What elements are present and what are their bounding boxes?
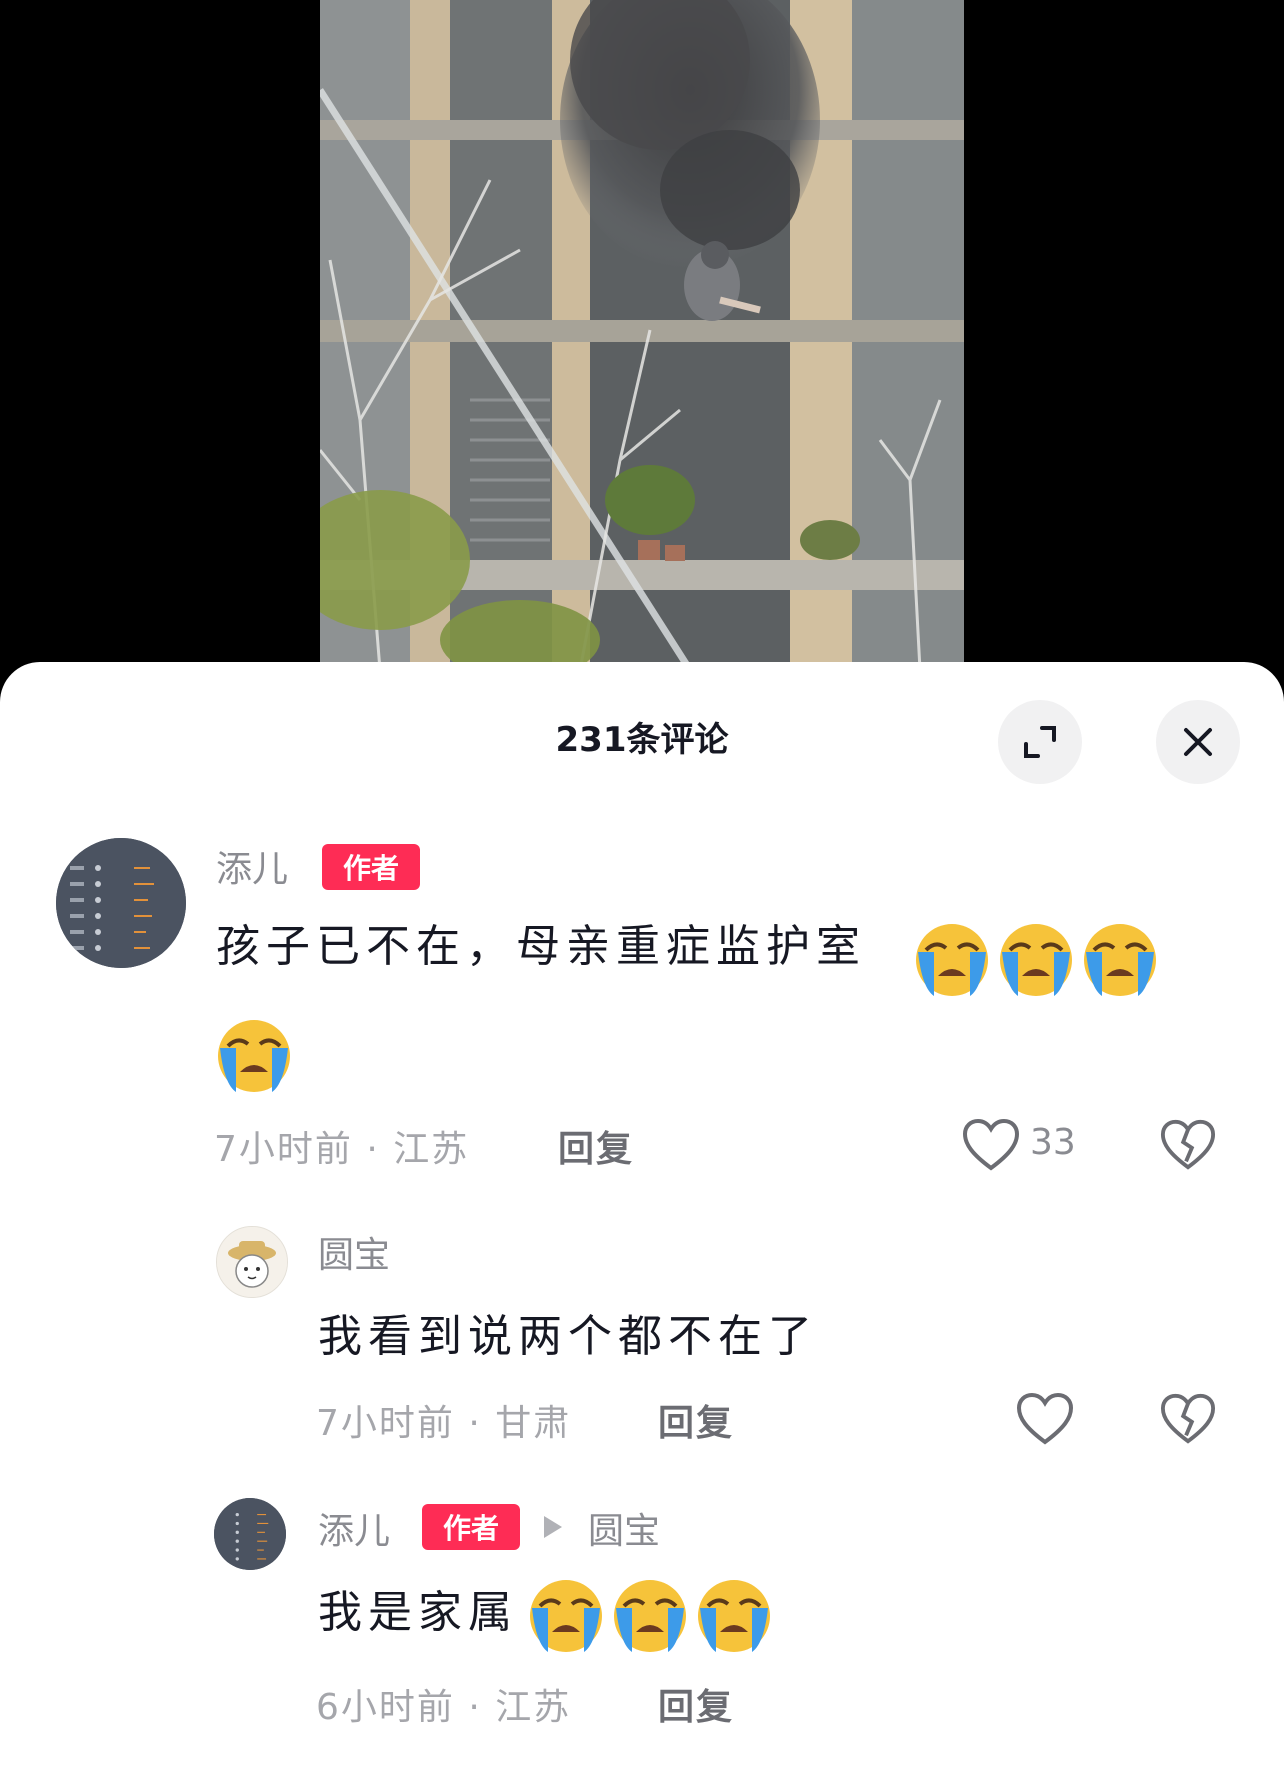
comments-sheet: 231条评论 添儿 作者 孩子已不在，母亲重症监护室 7小时前 · 江苏 回复 … [0,662,1284,1784]
comment-text: 我看到说两个都不在了 [318,1311,818,1362]
like-button[interactable] [1016,1392,1074,1450]
comments-count-title: 231条评论 [555,720,729,760]
loudly-crying-face-icon [916,922,1158,998]
broken-heart-icon [1160,1393,1216,1444]
emoji-row [912,918,1164,1006]
weather-avatar-image [214,1498,286,1570]
loudly-crying-face-icon [528,1578,772,1654]
reply-to-username[interactable]: 圆宝 [588,1502,660,1554]
comment-time-location: 6小时前 · 江苏 [316,1687,572,1728]
heart-icon [962,1118,1020,1171]
close-icon [1184,728,1212,756]
avatar[interactable] [216,1226,288,1298]
comment-text: 我是家属 [318,1587,518,1638]
avatar[interactable] [214,1498,286,1570]
reply-arrow-icon [544,1516,562,1538]
close-button[interactable] [1156,700,1240,784]
dislike-button[interactable] [1160,1118,1216,1176]
reply-button[interactable]: 回复 [658,1394,734,1446]
comment-time-location: 7小时前 · 甘肃 [316,1403,572,1444]
like-count: 33 [1030,1122,1076,1163]
author-badge: 作者 [322,844,420,890]
like-button[interactable] [962,1118,1020,1176]
avatar[interactable] [56,838,186,968]
video-thumbnail [320,0,964,670]
comment-username[interactable]: 圆宝 [318,1226,390,1278]
comment-text-content: 孩子已不在，母亲重症监护室 [216,921,866,972]
expand-button[interactable] [998,700,1082,784]
video-player[interactable] [0,0,1284,700]
comment-username[interactable]: 添儿 [216,840,288,892]
comment-username[interactable]: 添儿 [318,1502,390,1554]
comment-time-location: 7小时前 · 江苏 [214,1129,470,1170]
video-frame [320,0,964,670]
loudly-crying-face-icon [214,1014,298,1102]
heart-icon [1016,1392,1074,1445]
reply-button[interactable]: 回复 [658,1678,734,1730]
dislike-button[interactable] [1160,1392,1216,1450]
weather-avatar-image [56,838,186,968]
author-badge: 作者 [422,1504,520,1550]
broken-heart-icon [1160,1119,1216,1170]
emoji-row [526,1574,778,1662]
expand-icon [1024,726,1056,758]
reply-button[interactable]: 回复 [558,1120,634,1172]
cat-avatar-image [217,1227,287,1297]
